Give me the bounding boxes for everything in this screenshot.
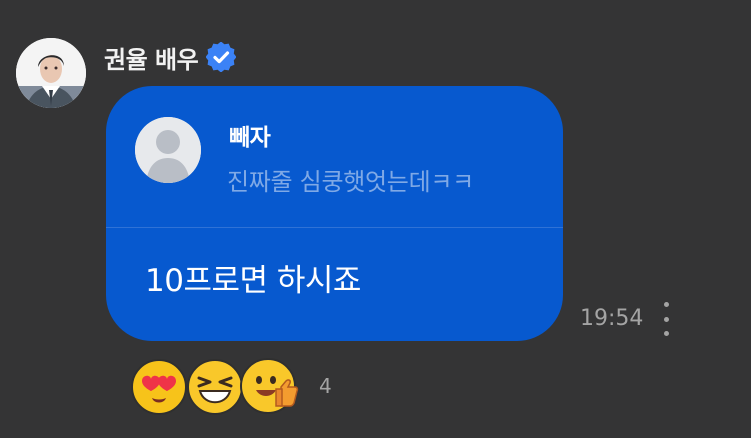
reply-quote[interactable]: 빼자 진짜줄 심쿵햇엇는데ㅋㅋ: [106, 86, 563, 227]
message-bubble[interactable]: 빼자 진짜줄 심쿵햇엇는데ㅋㅋ 10프로면 하시죠: [106, 86, 563, 341]
reaction-count: 4: [319, 374, 332, 398]
more-dot: [663, 331, 669, 336]
more-dot: [663, 302, 669, 307]
message-header: 권율 배우: [104, 40, 237, 75]
thumbs-up-emoji[interactable]: [238, 356, 300, 416]
reaction-group[interactable]: [128, 356, 303, 416]
chat-screen: 권율 배우 빼자 진짜줄 심쿵햇엇는데ㅋㅋ 10프로면 하시죠 19:54 4: [0, 0, 751, 438]
heart-eyes-icon: [131, 359, 187, 415]
message-time: 19:54: [580, 306, 644, 331]
more-vertical-icon[interactable]: [658, 302, 674, 336]
reply-divider: [106, 227, 563, 228]
sender-avatar-photo: [16, 38, 86, 108]
heart-eyes-emoji[interactable]: [128, 356, 190, 416]
verified-badge-icon: [206, 42, 237, 72]
message-text: 10프로면 하시죠: [145, 263, 361, 299]
default-avatar-silhouette: [135, 117, 201, 183]
more-dot: [663, 316, 669, 322]
reply-author: 빼자: [229, 125, 271, 151]
sender-avatar[interactable]: [16, 38, 86, 108]
sender-name[interactable]: 권율 배우: [104, 40, 199, 75]
laughing-icon: [187, 359, 243, 415]
reply-preview-text: 진짜줄 심쿵햇엇는데ㅋㅋ: [227, 168, 474, 196]
default-avatar-icon: [135, 117, 201, 183]
laughing-emoji[interactable]: [184, 356, 246, 416]
thumbs-up-icon: [240, 358, 299, 414]
